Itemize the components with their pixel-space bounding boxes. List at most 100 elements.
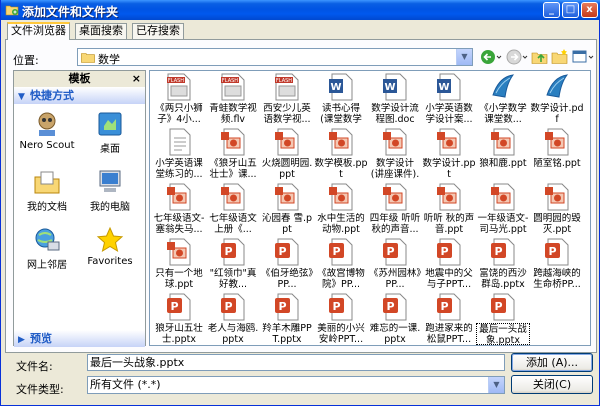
file-name: 陋室铭.ppt <box>533 158 581 169</box>
file-item[interactable]: 《狼牙山五壮士》课... <box>206 128 260 180</box>
file-item[interactable]: P 《故宫博物院》PP... <box>314 238 368 290</box>
ppt-file-icon <box>166 183 192 211</box>
view-menu-icon[interactable] <box>571 47 595 67</box>
svg-text:P: P <box>224 300 232 313</box>
file-name: 沁园春 雪.ppt <box>261 213 313 235</box>
file-item[interactable]: 听听 秋的声音.ppt <box>422 183 476 235</box>
file-name: 数学设计 (讲座课件).ppt <box>370 158 420 180</box>
location-combobox[interactable]: 数学 ▼ <box>77 48 473 66</box>
place-network[interactable]: 网上邻居 <box>16 226 78 271</box>
file-item[interactable]: 七年级语文-塞翁失马... <box>152 183 206 235</box>
close-button[interactable]: 关闭(C) <box>511 375 593 394</box>
file-item[interactable]: W 数学设计流程图.doc <box>368 73 422 125</box>
file-item[interactable]: 狼和鹿.ppt <box>476 128 530 180</box>
chevron-down-icon[interactable]: ▼ <box>456 49 472 65</box>
maximize-button[interactable]: □ <box>562 2 579 18</box>
tab-desktop-search[interactable]: 桌面搜索 <box>75 23 127 39</box>
file-name: 七年级语文-塞翁失马... <box>153 213 205 235</box>
file-item[interactable]: 只有一个地球.ppt <box>152 238 206 290</box>
pptx-file-icon: P <box>436 238 462 266</box>
file-item[interactable]: P 地震中的父与子PPT... <box>422 238 476 290</box>
filetype-select[interactable]: 所有文件 (*.*) ▼ <box>87 376 505 394</box>
place-favorites[interactable]: Favorites <box>79 226 141 267</box>
file-item[interactable]: P 《伯牙绝弦》PP... <box>260 238 314 290</box>
file-item[interactable]: 水中生活的动物.ppt <box>314 183 368 235</box>
close-icon[interactable]: × <box>132 71 141 87</box>
svg-text:P: P <box>386 245 394 258</box>
file-item[interactable]: 火烧圆明园.ppt <box>260 128 314 180</box>
ppt-file-icon <box>328 128 354 156</box>
place-desktop[interactable]: 桌面 <box>79 110 141 155</box>
place-my-computer[interactable]: 我的电脑 <box>79 168 141 213</box>
file-name: 数学设计流程图.doc <box>371 103 419 125</box>
file-item[interactable]: P 老人与海鸥.pptx <box>206 293 260 345</box>
file-item[interactable]: P 跑进家来的松鼠PPT... <box>422 293 476 345</box>
file-item[interactable]: P 最后一头战象.pptx <box>476 293 530 345</box>
file-item[interactable]: P 羚羊木雕PPT.pptx <box>260 293 314 345</box>
location-label: 位置: <box>13 54 39 67</box>
section-label: 快捷方式 <box>30 89 74 102</box>
file-item[interactable]: 圆明园的毁灭.ppt <box>530 183 584 235</box>
place-label: 我的文档 <box>27 202 67 213</box>
word-file-icon: W <box>436 73 462 101</box>
svg-text:P: P <box>494 300 502 313</box>
place-label: 桌面 <box>100 144 120 155</box>
file-item[interactable]: P 难忘的一课.pptx <box>368 293 422 345</box>
file-item[interactable]: FLASH 青蛙数学视频.flv <box>206 73 260 125</box>
file-item[interactable]: 陋室铭.ppt <box>530 128 584 180</box>
tab-file-browser[interactable]: 文件浏览器 <box>7 22 70 40</box>
file-item[interactable]: P 富饶的西沙群岛.pptx <box>476 238 530 290</box>
place-label: 网上邻居 <box>27 260 67 271</box>
filename-input[interactable]: 最后一头战象.pptx <box>87 354 505 371</box>
place-my-documents[interactable]: 我的文档 <box>16 168 78 213</box>
file-item[interactable]: 四年级 听听秋的声音... <box>368 183 422 235</box>
file-name: 小学英语数学设计案... <box>425 103 473 125</box>
file-item[interactable]: 沁园春 雪.ppt <box>260 183 314 235</box>
file-item[interactable]: FLASH 《两只小狮子》4小... <box>152 73 206 125</box>
close-window-button[interactable]: x <box>581 2 598 18</box>
file-item[interactable]: P 跨越海峡的生命桥PP... <box>530 238 584 290</box>
file-item[interactable]: 数学设计.ppt <box>422 128 476 180</box>
file-item[interactable]: W 小学英语数学设计案... <box>422 73 476 125</box>
my-computer-icon <box>99 170 121 192</box>
chevron-down-icon[interactable]: ▼ <box>488 377 504 393</box>
up-folder-icon[interactable] <box>531 47 549 67</box>
back-icon[interactable] <box>479 47 503 67</box>
file-item[interactable]: P 狼牙山五壮士.pptx <box>152 293 206 345</box>
forward-icon[interactable] <box>505 47 529 67</box>
place-nero-scout[interactable]: Nero Scout <box>16 110 78 151</box>
file-item[interactable]: P 《苏州园林》PP... <box>368 238 422 290</box>
add-button[interactable]: 添加 (A)... <box>511 353 593 372</box>
pane-header: 模板 × <box>14 71 145 87</box>
file-item[interactable]: 一年级语文-司马光.ppt <box>476 183 530 235</box>
file-item[interactable]: W 读书心得 (课堂数学设... <box>314 73 368 125</box>
place-label: Nero Scout <box>19 140 75 151</box>
flash-file-icon: FLASH <box>166 73 192 101</box>
file-item[interactable]: 小学英语课堂练习的... <box>152 128 206 180</box>
file-name: 《小学数学课堂数... <box>479 103 527 125</box>
file-item[interactable]: 数学设计.pdf <box>530 73 584 125</box>
file-item[interactable]: P 美丽的小兴安岭PPT... <box>314 293 368 345</box>
minimize-button[interactable]: _ <box>543 2 560 18</box>
file-item[interactable]: 《小学数学课堂数... <box>476 73 530 125</box>
ppt-file-icon <box>436 128 462 156</box>
my-documents-icon <box>34 171 60 194</box>
file-name: 小学英语课堂练习的... <box>155 158 203 180</box>
preview-section-header[interactable]: ▶ 预览 <box>14 330 145 347</box>
file-item[interactable]: 七年级语文上册《... <box>206 183 260 235</box>
ppt-file-icon <box>166 238 192 266</box>
file-name: 数学设计.ppt <box>422 158 476 180</box>
file-list[interactable]: FLASH 《两只小狮子》4小... FLASH 青蛙数学视频.flv FLASH 西安少… <box>149 70 591 346</box>
title-bar[interactable]: 添加文件和文件夹 _ □ x <box>1 0 600 20</box>
file-item[interactable]: FLASH 西安少儿英语数学视... <box>260 73 314 125</box>
flash-file-icon: FLASH <box>220 73 246 101</box>
file-item[interactable]: 数学模板.ppt <box>314 128 368 180</box>
file-item[interactable]: P "红领巾"真好教... <box>206 238 260 290</box>
tab-saved-search[interactable]: 已存搜索 <box>132 23 184 39</box>
file-item[interactable]: 数学设计 (讲座课件).ppt <box>368 128 422 180</box>
svg-text:FLASH: FLASH <box>276 78 292 84</box>
file-name: 听听 秋的声音.ppt <box>423 213 475 235</box>
new-folder-icon[interactable] <box>551 47 569 67</box>
file-name: 《故宫博物院》PP... <box>317 268 365 290</box>
favorites-section-header[interactable]: ▼ 快捷方式 <box>14 87 145 104</box>
